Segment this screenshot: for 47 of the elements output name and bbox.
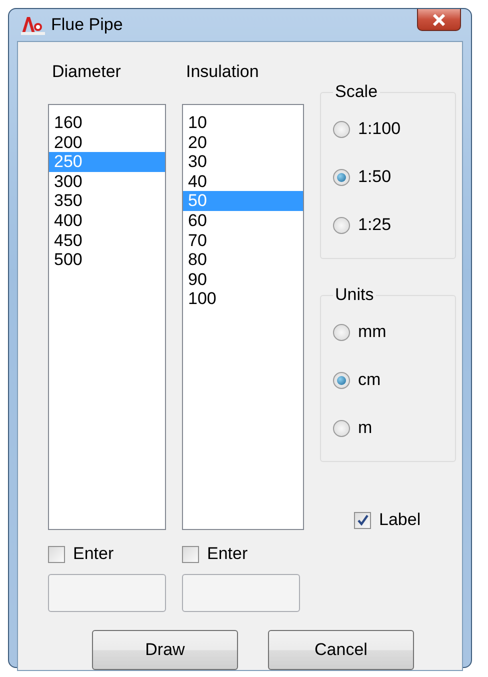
checkmark-icon [356, 514, 368, 526]
list-heading: Insulation [186, 62, 260, 83]
list-item[interactable]: 10 [183, 113, 303, 133]
checkbox[interactable] [48, 546, 65, 562]
radio-label: mm [358, 322, 386, 342]
radio-button[interactable] [333, 420, 350, 436]
group-title: Scale [334, 82, 379, 102]
checkbox[interactable] [182, 546, 199, 562]
list-item[interactable]: 80 [183, 250, 303, 270]
dialog-button[interactable]: Cancel [268, 630, 414, 670]
list-item[interactable]: 30 [183, 152, 303, 172]
list-item[interactable]: 450 [49, 230, 165, 250]
list-item[interactable]: 400 [49, 210, 165, 231]
list-item[interactable]: 160 [49, 113, 165, 133]
list-item[interactable]: 350 [49, 191, 165, 211]
list-box[interactable]: 10 20 30 40 50 60 70 80 90 100 [182, 104, 304, 530]
radio-button[interactable] [333, 120, 350, 138]
list-item[interactable]: 90 [183, 270, 303, 290]
checkbox-label: Enter [73, 544, 114, 564]
radio-button[interactable] [333, 324, 350, 340]
list-item[interactable]: 40 [183, 172, 303, 192]
checkbox-label: Label [379, 510, 421, 530]
radio-label: 1:50 [358, 167, 392, 187]
close-button[interactable] [417, 9, 461, 31]
radio-label: m [358, 418, 372, 438]
radio-button[interactable] [333, 372, 350, 388]
list-item[interactable]: 100 [183, 289, 303, 309]
radio-label: cm [358, 370, 381, 390]
app-logo-icon [21, 15, 45, 35]
radio-label: 1:25 [358, 215, 392, 235]
radio-button[interactable] [333, 216, 350, 234]
list-item[interactable]: 20 [183, 132, 303, 152]
radio-button[interactable] [333, 168, 350, 186]
list-heading: Diameter [52, 62, 122, 83]
radio-label: 1:100 [358, 119, 401, 139]
list-item[interactable]: 60 [183, 210, 303, 231]
list-box[interactable]: 160 200 250 300 350 400 450 500 [48, 104, 166, 530]
group-title: Units [334, 285, 375, 305]
list-item[interactable]: 500 [49, 250, 165, 270]
dialog-button[interactable]: Draw [92, 630, 238, 670]
list-item[interactable]: 70 [183, 230, 303, 250]
close-icon [432, 14, 446, 26]
list-item[interactable]: 200 [49, 132, 165, 152]
window-title: Flue Pipe [51, 15, 124, 35]
list-item[interactable]: 300 [49, 172, 165, 192]
checkbox-label: Enter [207, 544, 248, 564]
checkbox[interactable] [354, 512, 371, 528]
